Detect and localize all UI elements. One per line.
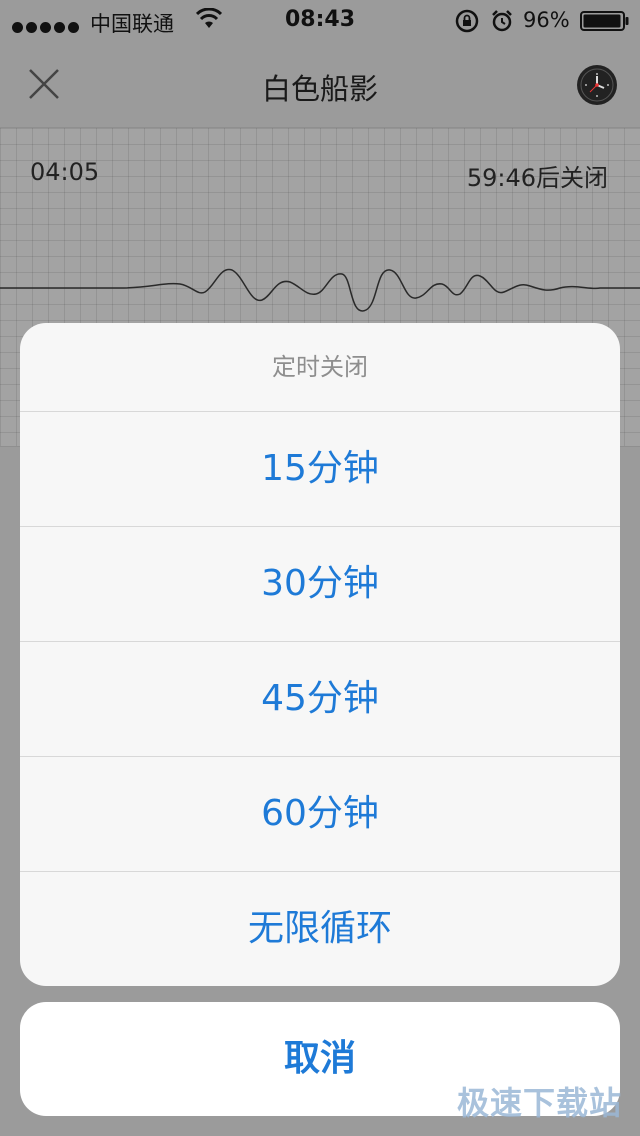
rotation-lock-icon [455,9,481,38]
option-30-minutes[interactable]: 30分钟 [20,527,620,642]
timer-clock-icon[interactable] [576,64,618,110]
status-bar: 中国联通 08:43 96% [0,0,640,40]
alarm-icon [490,9,514,38]
page-title: 白色船影 [261,72,378,106]
waveform-line [0,268,640,312]
battery-percentage: 96% [523,8,570,32]
remaining-time: 59:46后关闭 [466,164,608,192]
elapsed-time: 04:05 [30,158,100,186]
option-45-minutes[interactable]: 45分钟 [20,642,620,757]
option-infinite-loop[interactable]: 无限循环 [20,872,620,986]
watermark: 极速下载站 [456,1084,622,1122]
option-15-minutes[interactable]: 15分钟 [20,412,620,527]
option-60-minutes[interactable]: 60分钟 [20,757,620,872]
nav-bar: 白色船影 [0,40,640,128]
sheet-title: 定时关闭 [20,323,620,412]
battery-icon [580,11,630,36]
timer-action-sheet: 定时关闭 15分钟 30分钟 45分钟 60分钟 无限循环 [20,323,620,986]
